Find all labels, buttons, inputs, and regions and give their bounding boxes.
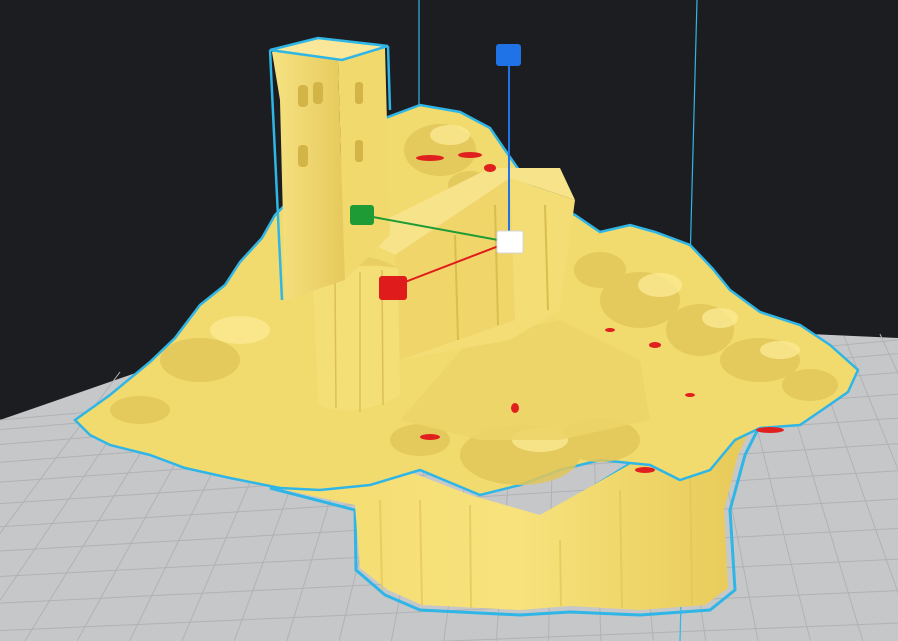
overhang-mark [635, 467, 655, 473]
move-center-handle-icon[interactable] [496, 230, 524, 254]
overhang-mark [756, 427, 784, 433]
z-axis-handle-icon[interactable] [496, 44, 521, 66]
overhang-mark [605, 328, 615, 332]
scene-canvas[interactable] [0, 0, 898, 641]
3d-viewport[interactable] [0, 0, 898, 641]
overhang-mark [416, 155, 444, 161]
overhang-mark [649, 342, 661, 348]
overhang-mark [511, 403, 519, 413]
x-axis-handle-icon[interactable] [379, 276, 407, 300]
overhang-mark [458, 152, 482, 158]
overhang-mark [420, 434, 440, 440]
y-axis-handle-icon[interactable] [350, 205, 374, 225]
overhang-mark [685, 393, 695, 397]
overhang-mark [484, 164, 496, 172]
